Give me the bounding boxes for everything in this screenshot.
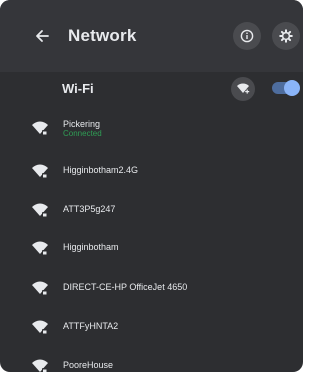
back-arrow-icon [36,30,49,42]
wifi-secure-icon [32,203,48,217]
page-title: Network [68,26,137,45]
wifi-secure-icon [32,281,48,295]
network-name: ATTFyHNTA2 [63,321,119,331]
wifi-secure-icon [32,320,48,334]
network-name: DIRECT-CE-HP OfficeJet 4650 [63,282,188,292]
network-item[interactable]: ATTFyHNTA2 [0,309,303,345]
settings-button[interactable] [272,22,300,50]
wifi-secure-icon [32,164,48,178]
network-name: PooreHouse [63,360,114,370]
wifi-toggle[interactable] [272,80,300,96]
back-button[interactable] [30,24,54,48]
network-status: Connected [63,129,102,138]
network-name: Higginbotham [63,242,119,252]
wifi-row: Wi-Fi [0,72,303,106]
network-name: Pickering [63,119,101,129]
wifi-secure-icon [32,241,48,255]
wifi-secure-icon [32,121,48,135]
network-panel: Network Wi-Fi Pickering Connected Higgin… [0,0,303,372]
network-item[interactable]: Higginbotham2.4G [0,153,303,189]
wifi-secure-icon [32,359,48,372]
add-wifi-icon [237,83,250,94]
network-item[interactable]: Higginbotham [0,230,303,266]
add-network-button[interactable] [231,77,255,101]
network-item[interactable]: PooreHouse [0,348,303,372]
info-icon [240,29,254,43]
info-button[interactable] [233,22,261,50]
wifi-toggle-knob [284,80,300,96]
network-item[interactable]: Pickering Connected [0,110,303,146]
header-bar: Network [0,0,303,72]
network-item[interactable]: ATT3P5g247 [0,192,303,228]
wifi-label: Wi-Fi [62,81,94,96]
network-name: ATT3P5g247 [63,204,116,214]
network-item[interactable]: DIRECT-CE-HP OfficeJet 4650 [0,270,303,306]
gear-icon [279,29,293,43]
network-name: Higginbotham2.4G [63,165,139,175]
